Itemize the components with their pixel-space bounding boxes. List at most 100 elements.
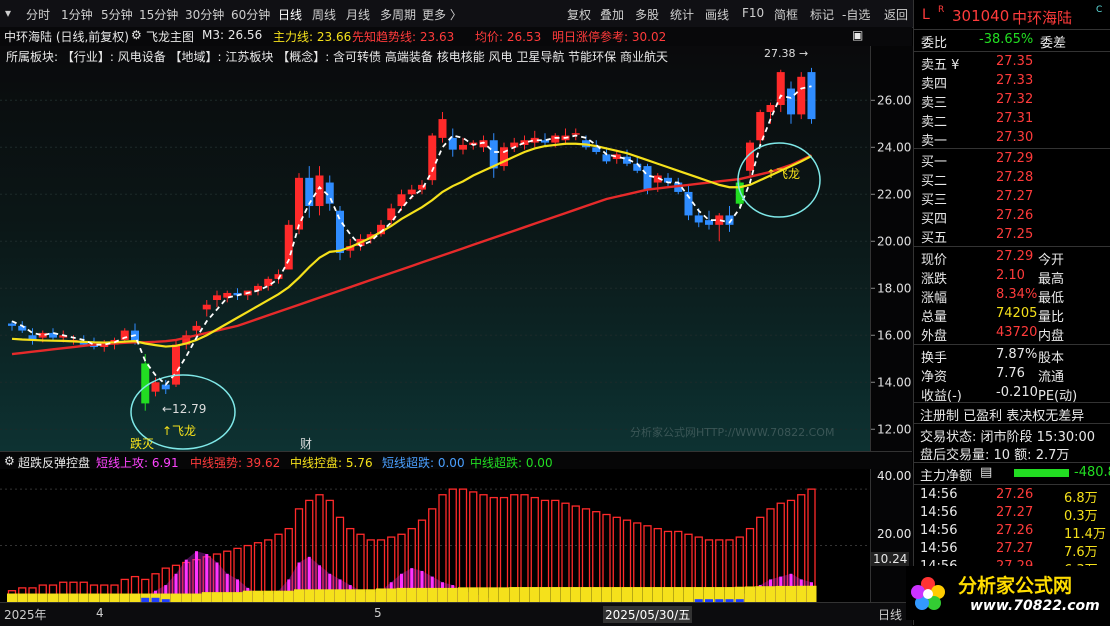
bid-row[interactable]: 买二 27.28 [914,169,1110,189]
quote-row: 涨跌 2.10 最高 [914,267,1110,287]
tick-time: 14:56 [920,505,958,520]
candle-body [807,72,816,120]
sub-yellow-bar [201,592,212,602]
oversold-rebound-chart[interactable] [0,469,870,602]
fund-row: 换手 7.87% 股本 [914,346,1110,366]
netflow-value: -480.8 [1074,465,1110,480]
bid-row[interactable]: 买四 27.26 [914,207,1110,227]
sub-yellow-bar [529,587,540,602]
sub-yellow-bar [222,592,233,602]
back-button[interactable]: 返回 [884,6,908,23]
sub-yellow-bar [78,593,89,602]
overlay-button[interactable]: 叠加 [600,6,624,23]
sub-settings-icon[interactable]: ⚙ [4,454,15,468]
indicator-infobar: 中环海陆 (日线,前复权) ⚙ 飞龙主图 M3: 26.56 主力线: 23.6… [0,27,912,46]
tab-15min[interactable]: 15分钟 [139,6,178,23]
sub-yellow-bar [560,587,571,602]
tab-more[interactable]: 更多 〉 [422,6,462,23]
tick-price: 27.27 [996,505,1034,520]
bid-label: 买五 [921,231,948,246]
add-watchlist-button[interactable]: -自选 [842,6,870,23]
sub-yellow-bar [796,585,807,602]
sub-yellow-bar [591,587,602,602]
multi-stock-button[interactable]: 多股 [635,6,659,23]
main-indicator-name[interactable]: 飞龙主图 [146,28,194,45]
date-cursor: 2025/05/30/五 [603,606,693,623]
main-line-yellow [11,142,813,348]
settings-icon[interactable]: ⚙ [131,28,142,42]
bid-row[interactable]: 买五 27.25 [914,226,1110,246]
restore-rights-button[interactable]: 复权 [567,6,591,23]
tab-1min[interactable]: 1分钟 [61,6,93,23]
sub-yellow-bar [191,593,202,602]
sub-yellow-bar [324,589,335,602]
quote-value: 74205 [996,306,1038,321]
price-axis-label: 14.00 [877,375,911,389]
date-year: 2025年 [4,608,47,622]
tab-5min[interactable]: 5分钟 [101,6,133,23]
sub-yellow-bar [581,587,591,602]
bid-label: 买二 [921,174,948,189]
date-april: 4 [96,606,104,620]
sub-yellow-bar [58,593,69,602]
sub-red-bar [489,496,498,602]
tab-monthly[interactable]: 月线 [346,6,370,23]
candle-body [407,189,416,195]
after-row: 盘后交易量: 10 额: 2.7万 [914,443,1110,463]
sub-yellow-bar [611,587,622,602]
candlestick-chart[interactable]: 分析家公式网HTTP://WWW.70822.COM ←12.79 ↑飞龙 跌灭 财 ↑飞… [0,46,870,451]
tick-time: 14:56 [920,523,958,538]
stats-button[interactable]: 统计 [670,6,694,23]
tab-weekly[interactable]: 周线 [312,6,336,23]
ask-row[interactable]: 卖三 27.32 [914,91,1110,111]
sub-yellow-bar [622,587,632,602]
ask-label: 卖五 ¥ [921,58,960,73]
price-axis-label: 12.00 [877,422,911,436]
ask-row[interactable]: 卖一 27.30 [914,129,1110,149]
divider [914,246,1110,247]
candle-body [264,278,273,286]
bid-row[interactable]: 买三 27.27 [914,188,1110,208]
tab-60min[interactable]: 60分钟 [231,6,270,23]
netflow-label: 主力净额 [920,469,973,484]
sub-yellow-bar [755,586,766,602]
close-indicator-icon[interactable]: ▣ [852,28,863,42]
low-price-label: ←12.79 [162,402,206,416]
f10-button[interactable]: F10 [742,6,764,20]
sub-yellow-bar [673,587,684,602]
divider [914,344,1110,345]
candle-body [602,154,611,162]
ask-row[interactable]: 卖五 ¥ 27.35 [914,53,1110,73]
candle-body [643,166,652,190]
after-hours: 盘后交易量: 10 额: 2.7万 [920,448,1070,463]
quote-value: 43720 [996,325,1038,340]
mark-button[interactable]: 标记 [810,6,834,23]
sub-yellow-bar [345,589,356,602]
sub-yellow-bar [550,587,561,602]
tick-price: 27.27 [996,541,1034,556]
tab-daily[interactable]: 日线 [278,6,302,23]
netflow-icon[interactable]: ▤ [980,465,992,480]
sector-info: 所属板块: 【行业】: 风电设备 【地域】: 江苏板块 【概念】: 含可转债 高… [6,50,668,64]
ask-row[interactable]: 卖二 27.31 [914,110,1110,130]
flag-l: L [922,7,930,23]
draw-line-button[interactable]: 画线 [705,6,729,23]
sub-indicator-header: ⚙ 超跌反弹控盘 短线上攻: 6.91 中线强势: 39.62 中线控盘: 5.… [0,451,912,470]
sub-yellow-bar [304,589,315,602]
ask-row[interactable]: 卖四 27.33 [914,72,1110,92]
tab-fenshi[interactable]: 分时 [26,6,50,23]
sub-yellow-bar [273,590,284,602]
sub-yellow-bar [417,587,427,602]
bid-row[interactable]: 买一 27.29 [914,150,1110,170]
menu-icon[interactable]: ▾ [5,6,11,20]
tab-30min[interactable]: 30分钟 [185,6,224,23]
candle-body [315,175,324,207]
bid-price: 27.29 [996,151,1034,166]
simple-frame-button[interactable]: 简框 [774,6,798,23]
sub-yellow-bar [171,593,181,602]
tab-multi-period[interactable]: 多周期 [380,6,416,23]
candle-body [141,363,150,404]
sub-yellow-bar [99,593,110,602]
sub-yellow-bar [7,593,17,602]
candle-body [551,135,560,143]
